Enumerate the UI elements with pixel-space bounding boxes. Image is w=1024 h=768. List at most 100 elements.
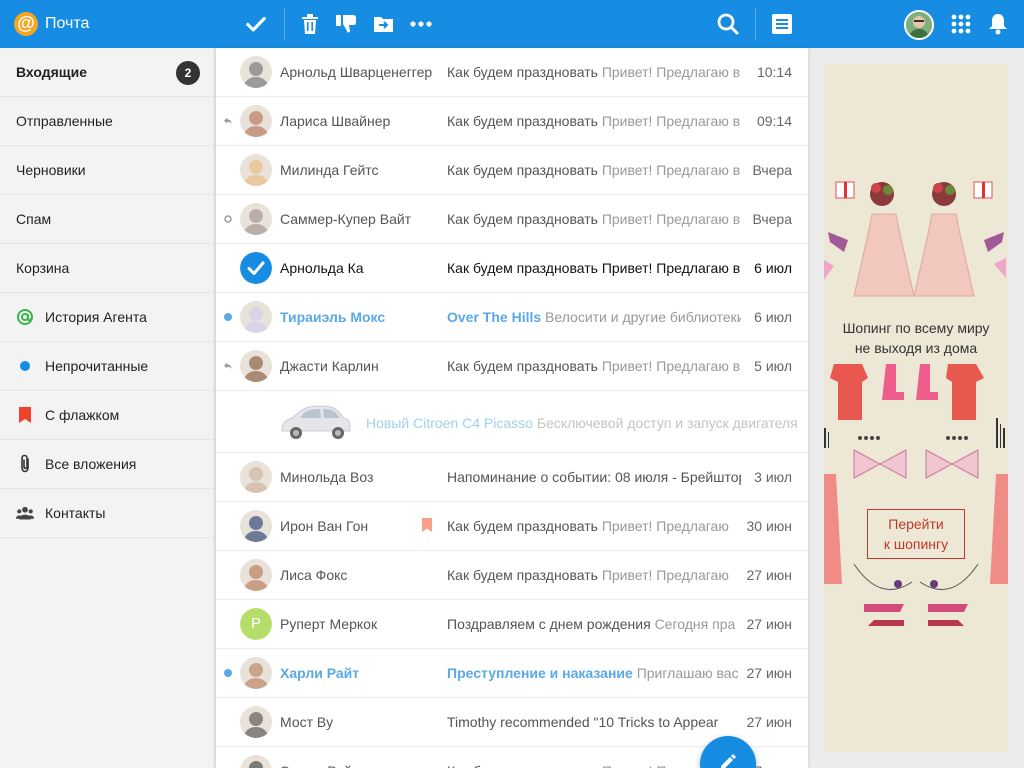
sender-name: Лиса Фокс bbox=[280, 567, 348, 583]
sidebar-item-label: Все вложения bbox=[45, 456, 137, 472]
message-preview: Как будем праздновать Привет! Предлагаю … bbox=[447, 64, 741, 80]
sender-name: Джасти Карлин bbox=[280, 358, 379, 374]
message-subject: Как будем праздновать bbox=[447, 64, 598, 80]
dislike-icon[interactable] bbox=[335, 12, 359, 36]
message-snippet: Приглашаю вас bbox=[636, 665, 739, 681]
user-avatar[interactable] bbox=[904, 10, 934, 40]
message-date: 3 июл bbox=[754, 469, 792, 485]
sidebar-item-unread[interactable]: Непрочитанные bbox=[0, 342, 214, 391]
message-snippet: Привет! Предлагаю в bbox=[601, 162, 741, 178]
message-preview: Напоминание о событии: 08 июля - Брейшто… bbox=[447, 469, 741, 485]
message-row[interactable]: Саммер-Купер Вайт Как будем праздновать П… bbox=[216, 195, 808, 244]
message-row[interactable]: Минольда Воз Напоминание о событии: 08 ию… bbox=[216, 453, 808, 502]
sidebar-item-attachments[interactable]: Все вложения bbox=[0, 440, 214, 489]
read-toggle-icon[interactable] bbox=[224, 215, 232, 223]
sidebar-item-spam[interactable]: Спам bbox=[0, 195, 214, 244]
message-preview: Как будем праздновать Привет! Предлагаю bbox=[447, 763, 741, 768]
message-row[interactable]: Арнольда Ка Как будем праздновать Привет!… bbox=[216, 244, 808, 293]
message-row[interactable]: Ирон Ван Гон Как будем праздновать Привет… bbox=[216, 502, 808, 551]
cta-line1: Перейти bbox=[888, 516, 944, 532]
list-view-icon[interactable] bbox=[770, 12, 794, 36]
message-row[interactable]: Р Руперт Меркок Поздравляем с днем рождени… bbox=[216, 600, 808, 649]
message-snippet: Привет! Предлагаю в bbox=[601, 260, 741, 276]
sender-name: Тираиэль Мокс bbox=[280, 309, 386, 325]
sender-avatar[interactable] bbox=[240, 154, 272, 186]
unread-dot-icon[interactable] bbox=[224, 313, 232, 321]
message-row[interactable]: Джасти Карлин Как будем праздновать Приве… bbox=[216, 342, 808, 391]
sidebar-item-sent[interactable]: Отправленные bbox=[0, 97, 214, 146]
sidebar-item-agent-history[interactable]: История Агента bbox=[0, 293, 214, 342]
message-row[interactable]: Лиса Фокс Как будем праздновать Привет! П… bbox=[216, 551, 808, 600]
message-date: 27 июн bbox=[746, 714, 792, 730]
sender-avatar[interactable] bbox=[240, 105, 272, 137]
unread-count-badge: 2 bbox=[176, 61, 200, 85]
message-preview: Как будем праздновать Привет! Предлагаю … bbox=[447, 162, 741, 178]
shopping-ad-banner[interactable]: Шопинг по всему миру не выходя из дома П… bbox=[824, 64, 1008, 752]
message-preview: Timothy recommended "10 Tricks to Appear bbox=[447, 714, 741, 730]
sender-avatar[interactable] bbox=[240, 755, 272, 768]
message-row[interactable]: Милинда Гейтс Как будем праздновать Приве… bbox=[216, 146, 808, 195]
message-date: 27 июн bbox=[746, 567, 792, 583]
message-date: 30 июн bbox=[746, 518, 792, 534]
replied-arrow-icon[interactable] bbox=[224, 362, 232, 370]
sidebar-item-inbox[interactable]: Входящие 2 bbox=[0, 48, 214, 97]
sender-avatar[interactable] bbox=[240, 559, 272, 591]
replied-arrow-icon[interactable] bbox=[224, 117, 232, 125]
sender-avatar[interactable] bbox=[240, 350, 272, 382]
sender-name: Эмили Райт bbox=[280, 763, 440, 768]
message-row[interactable]: Лариса Швайнер Как будем праздновать Прив… bbox=[216, 97, 808, 146]
message-row[interactable]: Арнольд Шварценеггер Как будем праздноват… bbox=[216, 48, 808, 97]
brand[interactable]: @ Почта bbox=[14, 12, 89, 36]
toolbar-divider bbox=[755, 8, 756, 40]
folder-sidebar: Входящие 2 Отправленные Черновики Спам К… bbox=[0, 48, 215, 768]
message-snippet: Сегодня пра bbox=[654, 616, 736, 632]
message-date: 10:14 bbox=[756, 64, 792, 80]
sender-avatar[interactable] bbox=[240, 461, 272, 493]
check-icon[interactable] bbox=[244, 12, 268, 36]
message-subject: Поздравляем с днем рождения bbox=[447, 616, 651, 632]
message-subject: Как будем праздновать bbox=[447, 518, 598, 534]
sender-avatar[interactable] bbox=[240, 510, 272, 542]
message-subject: Как будем праздновать bbox=[447, 162, 598, 178]
apps-grid-icon[interactable] bbox=[949, 12, 973, 36]
sidebar-item-label: Входящие bbox=[16, 64, 87, 80]
message-date: Вчера bbox=[752, 162, 792, 178]
message-subject: Как будем праздновать bbox=[447, 763, 598, 768]
sidebar-item-flagged[interactable]: С флажком bbox=[0, 391, 214, 440]
sender-avatar[interactable] bbox=[240, 657, 272, 689]
sender-avatar[interactable] bbox=[240, 301, 272, 333]
message-subject: Как будем праздновать bbox=[447, 358, 598, 374]
sidebar-item-drafts[interactable]: Черновики bbox=[0, 146, 214, 195]
banner-caption-line2: не выходя из дома bbox=[854, 340, 978, 356]
sidebar-item-contacts[interactable]: Контакты bbox=[0, 489, 214, 538]
message-subject: Как будем праздновать bbox=[447, 567, 598, 583]
banner-caption: Шопинг по всему миру не выходя из дома bbox=[824, 318, 1008, 358]
unread-dot-icon[interactable] bbox=[224, 669, 232, 677]
bell-icon[interactable] bbox=[986, 12, 1010, 36]
message-date: 6 июл bbox=[754, 260, 792, 276]
trash-icon[interactable] bbox=[298, 12, 322, 36]
unread-dot-icon bbox=[16, 357, 34, 375]
search-icon[interactable] bbox=[716, 12, 740, 36]
banner-illustration bbox=[824, 181, 1008, 626]
message-row[interactable]: Харли Райт Преступление и наказание Пригл… bbox=[216, 649, 808, 698]
message-preview: Поздравляем с днем рождения Сегодня пра bbox=[447, 616, 741, 632]
more-icon[interactable] bbox=[409, 12, 433, 36]
move-to-folder-icon[interactable] bbox=[372, 12, 396, 36]
sidebar-item-label: Непрочитанные bbox=[45, 358, 149, 374]
sidebar-item-trash[interactable]: Корзина bbox=[0, 244, 214, 293]
banner-cta-button[interactable]: Перейти к шопингу bbox=[867, 509, 965, 559]
message-snippet: Привет! Предлагаю в bbox=[601, 358, 741, 374]
selected-check-icon[interactable] bbox=[240, 252, 272, 284]
sender-avatar[interactable] bbox=[240, 203, 272, 235]
app-name: Почта bbox=[45, 15, 90, 32]
ad-message-row[interactable]: Новый Citroen C4 Picasso Бесключевой дос… bbox=[216, 391, 808, 453]
sender-avatar[interactable] bbox=[240, 706, 272, 738]
sender-avatar[interactable] bbox=[240, 56, 272, 88]
flag-icon[interactable] bbox=[422, 518, 432, 535]
message-row[interactable]: Тираиэль Мокс Over The Hills Велосити и д… bbox=[216, 293, 808, 342]
ad-text: Новый Citroen C4 Picasso Бесключевой дос… bbox=[366, 415, 798, 431]
message-preview: Как будем праздновать Привет! Предлагаю bbox=[447, 567, 741, 583]
message-date: 6 июл bbox=[754, 309, 792, 325]
agent-at-icon bbox=[16, 308, 34, 326]
